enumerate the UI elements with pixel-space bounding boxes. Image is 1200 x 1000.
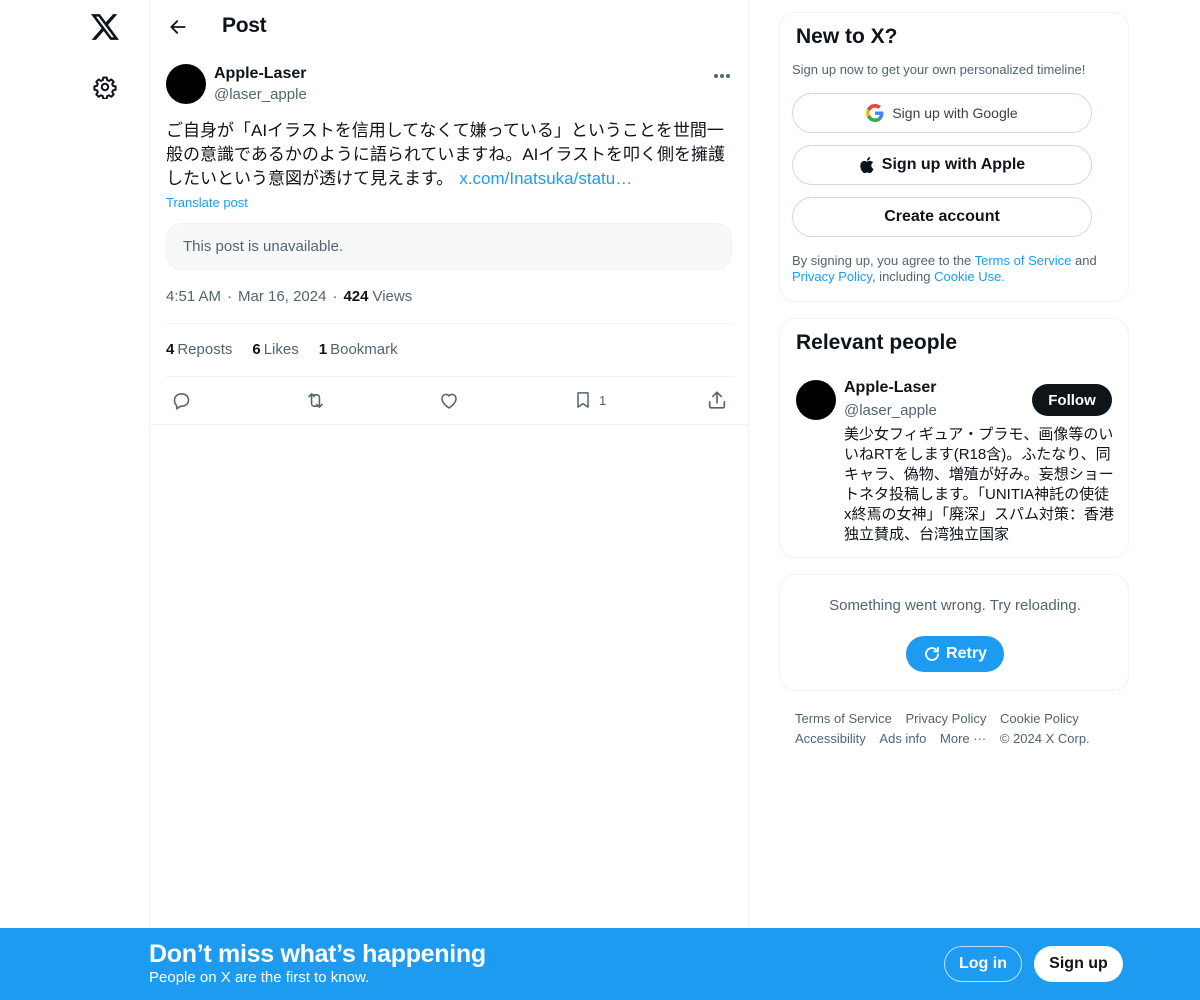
likes-count: 6 — [252, 341, 261, 358]
footer-more-link[interactable]: More ··· — [940, 729, 986, 749]
signup-banner: Don’t miss what’s happening People on X … — [0, 928, 1200, 1000]
refresh-icon — [925, 646, 939, 661]
main-column: Post Apple-Laser @laser_apple ご自身が「AIイラス… — [149, 0, 750, 1000]
signup-card-subtitle: Sign up now to get your own personalized… — [792, 62, 1086, 77]
bookmark-action-count: 1 — [599, 392, 607, 408]
bookmarks-label: Bookmark — [330, 341, 398, 358]
google-icon — [866, 104, 884, 122]
banner-subtitle: People on X are the first to know. — [149, 969, 370, 986]
author-name[interactable]: Apple-Laser — [214, 65, 306, 83]
retry-label: Retry — [946, 645, 987, 662]
avatar[interactable] — [166, 64, 206, 104]
reposts-label: Reposts — [177, 341, 233, 358]
bookmarks-stat[interactable]: 1 Bookmark — [319, 341, 398, 358]
footer-links: Terms of Service Privacy Policy Cookie P… — [795, 709, 1115, 749]
signup-apple-button[interactable]: Sign up with Apple — [792, 145, 1092, 185]
footer-cookie-link[interactable]: Cookie Policy — [1000, 709, 1079, 729]
reposts-count: 4 — [166, 341, 175, 358]
post-meta: 4:51 AM · Mar 16, 2024 · 424 Views — [166, 288, 412, 305]
legal-prefix: By signing up, you agree to the — [792, 253, 975, 268]
privacy-link[interactable]: Privacy Policy — [792, 269, 872, 284]
likes-stat[interactable]: 6 Likes — [252, 341, 298, 358]
post-header: Post — [150, 0, 750, 53]
footer-ads-link[interactable]: Ads info — [879, 729, 926, 749]
footer-privacy-link[interactable]: Privacy Policy — [905, 709, 986, 729]
post-time[interactable]: 4:51 AM — [166, 288, 221, 305]
translate-post-link[interactable]: Translate post — [166, 195, 248, 210]
post-date[interactable]: Mar 16, 2024 — [238, 288, 326, 305]
views-count: 424 — [343, 288, 369, 305]
author-handle[interactable]: @laser_apple — [214, 86, 307, 103]
post-body: ご自身が「AIイラストを信用してなくて嫌っている」ということを世間一般の意識であ… — [166, 121, 726, 188]
signup-legal-text: By signing up, you agree to the Terms of… — [792, 253, 1112, 285]
likes-label: Likes — [263, 341, 299, 358]
bookmark-icon[interactable]: 1 — [573, 387, 606, 413]
page-title: Post — [222, 14, 267, 37]
signup-google-label: Sign up with Google — [892, 105, 1018, 121]
divider — [166, 323, 734, 324]
retry-button[interactable]: Retry — [906, 636, 1004, 672]
x-logo-icon[interactable] — [85, 7, 125, 47]
divider — [166, 376, 734, 377]
footer-terms-link[interactable]: Terms of Service — [795, 709, 892, 729]
reposts-stat[interactable]: 4 Reposts — [166, 341, 232, 358]
post-link[interactable]: x.com/Inatsuka/statu… — [459, 169, 632, 188]
meta-separator: · — [332, 288, 338, 305]
share-icon[interactable] — [706, 387, 728, 413]
heart-icon[interactable] — [438, 387, 460, 413]
footer-accessibility-link[interactable]: Accessibility — [795, 729, 866, 749]
gear-icon[interactable] — [85, 67, 125, 107]
meta-separator: · — [227, 288, 233, 305]
post-stats: 4 Reposts 6 Likes 1 Bookmark — [166, 341, 418, 358]
quoted-post-unavailable: This post is unavailable. — [166, 223, 732, 270]
repost-icon[interactable] — [304, 387, 327, 413]
create-account-button[interactable]: Create account — [792, 197, 1092, 237]
signup-google-button[interactable]: Sign up with Google — [792, 93, 1092, 133]
views-label: Views — [372, 288, 413, 305]
left-nav — [0, 0, 150, 1000]
cookie-use-link[interactable]: Cookie Use. — [934, 269, 1005, 284]
error-message: Something went wrong. Try reloading. — [829, 597, 1081, 614]
divider — [150, 424, 750, 425]
signup-apple-label: Sign up with Apple — [881, 156, 1026, 173]
signup-button[interactable]: Sign up — [1034, 946, 1123, 982]
reply-icon[interactable] — [171, 387, 192, 413]
error-card: Something went wrong. Try reloading. Ret… — [779, 574, 1129, 691]
bookmarks-count: 1 — [318, 341, 328, 358]
legal-and: and — [1071, 253, 1097, 268]
relevant-people-card: Relevant people Apple-Laser @laser_apple… — [779, 318, 1129, 558]
legal-including: , including — [871, 269, 935, 284]
signup-card: New to X? Sign up now to get your own pe… — [779, 12, 1129, 302]
apple-icon — [860, 156, 874, 174]
banner-title: Don’t miss what’s happening — [149, 940, 486, 968]
more-horizontal-icon[interactable] — [710, 66, 734, 86]
person-handle[interactable]: @laser_apple — [844, 402, 937, 419]
post-actions: 1 — [166, 387, 734, 415]
follow-button[interactable]: Follow — [1032, 384, 1112, 416]
person-bio: 美少女フィギュア・プラモ、画像等のいいねRTをします(R18含)。ふたなり、同キ… — [844, 426, 1115, 543]
footer-copyright: © 2024 X Corp. — [999, 731, 1090, 746]
arrow-left-icon[interactable] — [162, 11, 194, 43]
post-text: ご自身が「AIイラストを信用してなくて嫌っている」ということを世間一般の意識であ… — [166, 119, 734, 191]
login-button[interactable]: Log in — [944, 946, 1022, 982]
person-name[interactable]: Apple-Laser — [844, 379, 936, 397]
signup-card-title: New to X? — [796, 25, 898, 48]
terms-link[interactable]: Terms of Service — [975, 253, 1072, 268]
avatar[interactable] — [796, 380, 836, 420]
relevant-people-title: Relevant people — [796, 331, 958, 354]
